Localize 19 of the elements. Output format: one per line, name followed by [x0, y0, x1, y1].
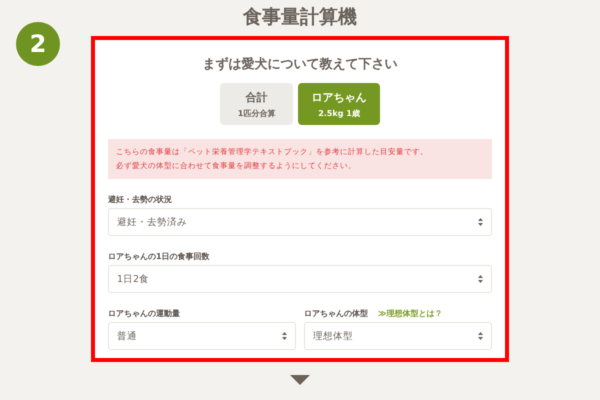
select-field[interactable]: 避妊・去勢済み: [108, 208, 492, 236]
field-label: ロアちゃんの1日の食事回数: [108, 250, 210, 262]
dropdown-icon: [478, 275, 483, 283]
select-field[interactable]: 理想体型: [304, 322, 492, 350]
field-label: ロアちゃんの運動量: [108, 308, 180, 318]
dropdown-icon: [478, 218, 483, 226]
dropdown-icon: [478, 332, 483, 340]
select-field[interactable]: 普通: [108, 322, 296, 350]
dog-tab[interactable]: ロアちゃん 2.5kg 1歳: [298, 83, 380, 125]
field-label: 避妊・去勢の状況: [108, 194, 172, 204]
ideal-body-link[interactable]: ≫理想体型とは？: [378, 308, 442, 318]
card-heading: まずは愛犬について教えて下さい: [202, 56, 398, 73]
field-label: ロアちゃんの体型: [304, 308, 368, 318]
dog-tab[interactable]: 合計 1匹分合算: [220, 83, 293, 125]
dropdown-icon: [282, 332, 287, 340]
select-field[interactable]: 1日2食: [108, 265, 492, 293]
page-title: 食事量計算機: [243, 5, 357, 30]
step-badge: 2: [16, 22, 60, 66]
down-arrow-icon: [290, 375, 310, 385]
